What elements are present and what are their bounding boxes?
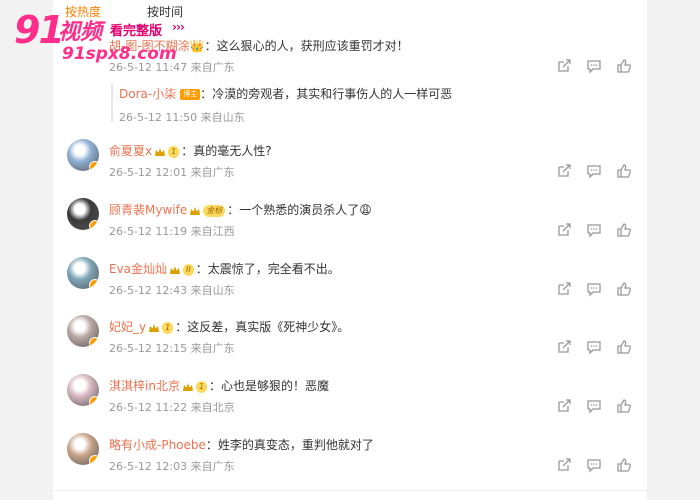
vip-badge: 1	[168, 145, 180, 158]
comment-username[interactable]: 妃妃_y	[109, 320, 146, 334]
like-icon[interactable]	[616, 457, 632, 473]
comment-meta: 26-5-12 12:15 来自广东	[109, 342, 235, 355]
comment-text: ：太震惊了，完全看不出。	[195, 262, 340, 276]
comment-icon[interactable]	[586, 281, 602, 297]
share-icon[interactable]	[556, 398, 572, 414]
comment-line: 顾青裴Mywife 金标 ：一个熟悉的演员杀人了😩	[109, 201, 372, 218]
crown-icon	[187, 203, 201, 217]
vip-badge: II	[183, 263, 194, 276]
comment-actions	[556, 163, 646, 179]
comment-username[interactable]: 淇淇梓in北京	[109, 379, 180, 393]
comments-panel: 按热度 按时间	[53, 0, 647, 500]
watermark-number: 91	[14, 8, 65, 52]
divider	[53, 490, 647, 491]
crown-icon	[152, 144, 166, 158]
verified-badge-icon	[89, 220, 99, 230]
avatar[interactable]	[67, 374, 99, 406]
comment-actions	[556, 58, 646, 74]
comment-icon[interactable]	[586, 163, 602, 179]
crown-icon	[146, 320, 160, 334]
comment-line: 俞夏夏x 1 ：真的毫无人性?	[109, 142, 272, 159]
share-icon[interactable]	[556, 163, 572, 179]
verified-badge-icon	[89, 161, 99, 171]
reply-item: Dora-小柒 博主 ：冷漠的旁观者，其实和行事伤人的人一样可恶 26-5-12 1…	[119, 85, 452, 125]
like-icon[interactable]	[616, 222, 632, 238]
comment-username[interactable]: Eva金灿灿	[109, 262, 167, 276]
comment-actions	[556, 339, 646, 355]
watermark-url: 91spx8.com	[62, 44, 177, 64]
comment-line: 略有小成-Phoebe：姓李的真变态，重判他就对了	[109, 436, 374, 453]
comment-icon[interactable]	[586, 222, 602, 238]
vip-badge: 1	[195, 380, 208, 393]
comment-actions	[556, 457, 646, 473]
share-icon[interactable]	[556, 339, 572, 355]
vip-badge: 金标	[203, 204, 226, 217]
verified-badge-icon	[89, 337, 99, 347]
blogger-badge: 博主	[180, 89, 201, 100]
vip-badge: 1	[162, 321, 174, 334]
avatar[interactable]	[67, 139, 99, 171]
reply-line: Dora-小柒 博主 ：冷漠的旁观者，其实和行事伤人的人一样可恶	[119, 85, 452, 102]
reply-username[interactable]: Dora-小柒	[119, 87, 176, 101]
comment-meta: 26-5-12 12:43 来自山东	[109, 284, 235, 297]
comment-text: ：一个熟悉的演员杀人了😩	[227, 203, 372, 217]
watermark-brand: 视频	[58, 20, 103, 45]
comment-line: 妃妃_y 1 ：这反差，真实版《死神少女》。	[109, 318, 349, 335]
like-icon[interactable]	[616, 163, 632, 179]
comment-text: ：真的毫无人性?	[181, 144, 272, 158]
like-icon[interactable]	[616, 339, 632, 355]
comment-icon[interactable]	[586, 58, 602, 74]
comment-icon[interactable]	[586, 398, 602, 414]
comment-actions	[556, 398, 646, 414]
comment-username[interactable]: 俞夏夏x	[109, 144, 152, 158]
share-icon[interactable]	[556, 58, 572, 74]
reply-text: ：冷漠的旁观者，其实和行事伤人的人一样可恶	[200, 87, 453, 101]
comment-meta: 26-5-12 12:03 来自广东	[109, 460, 235, 473]
reply-divider	[111, 84, 113, 122]
watermark-tagline: 看完整版	[110, 24, 163, 39]
share-icon[interactable]	[556, 222, 572, 238]
comment-username[interactable]: 略有小成-Phoebe	[109, 438, 206, 452]
verified-badge-icon	[89, 396, 99, 406]
comment-actions	[556, 281, 646, 297]
crown-icon	[167, 262, 181, 276]
verified-badge-icon	[89, 279, 99, 289]
watermark-logo: 91 视频 看完整版 ››› 91spx8.com	[0, 0, 220, 70]
share-icon[interactable]	[556, 281, 572, 297]
avatar[interactable]	[67, 198, 99, 230]
comment-meta: 26-5-12 11:19 来自江西	[109, 225, 235, 238]
reply-meta: 26-5-12 11:50 来自山东	[119, 111, 245, 124]
like-icon[interactable]	[616, 281, 632, 297]
comment-username[interactable]: 顾青裴Mywife	[109, 203, 187, 217]
comment-icon[interactable]	[586, 339, 602, 355]
avatar[interactable]	[67, 433, 99, 465]
comment-meta: 26-5-12 11:22 来自北京	[109, 401, 235, 414]
comment-actions	[556, 222, 646, 238]
comment-text: ：这么狠心的人，获刑应该重罚才对！	[204, 39, 409, 53]
watermark-arrows: ›››	[172, 20, 185, 34]
crown-icon	[180, 379, 194, 393]
comment-meta: 26-5-12 12:01 来自广东	[109, 166, 235, 179]
avatar[interactable]	[67, 315, 99, 347]
comment-text: ：这反差，真实版《死神少女》。	[175, 320, 350, 334]
comment-text: ：姓李的真变态，重判他就对了	[205, 438, 374, 452]
comment-line: 淇淇梓in北京 1 ：心也是够狠的！恶魔	[109, 377, 329, 394]
comment-line: Eva金灿灿 II ：太震惊了，完全看不出。	[109, 260, 340, 277]
like-icon[interactable]	[616, 398, 632, 414]
comment-text: ：心也是够狠的！恶魔	[209, 379, 330, 393]
like-icon[interactable]	[616, 58, 632, 74]
avatar[interactable]	[67, 257, 99, 289]
comment-icon[interactable]	[586, 457, 602, 473]
verified-badge-icon	[89, 455, 99, 465]
share-icon[interactable]	[556, 457, 572, 473]
